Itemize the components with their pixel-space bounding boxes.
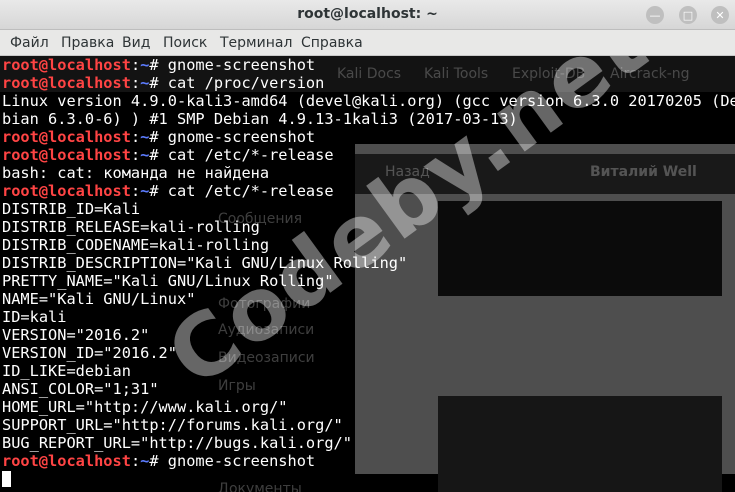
maximize-icon: □ xyxy=(682,8,694,22)
prompt-user: root@localhost xyxy=(2,182,131,200)
terminal-input-line xyxy=(2,470,735,488)
terminal-cursor[interactable] xyxy=(2,471,11,487)
close-button[interactable]: ✕ xyxy=(711,6,729,24)
terminal-output-line: ANSI_COLOR="1;31" xyxy=(2,380,159,398)
minimize-button[interactable]: — xyxy=(646,6,664,24)
prompt-user: root@localhost xyxy=(2,128,131,146)
terminal-command-line: root@localhost:~# gnome-screenshot xyxy=(2,128,316,146)
terminal-output-line: VERSION_ID="2016.2" xyxy=(2,344,177,362)
terminal-command-line: root@localhost:~# gnome-screenshot xyxy=(2,452,316,470)
command-text: # gnome-screenshot xyxy=(149,452,316,470)
window-title: root@localhost: ~ xyxy=(297,6,438,22)
prompt-user: root@localhost xyxy=(2,146,131,164)
terminal-output-line: SUPPORT_URL="http://forums.kali.org/" xyxy=(2,416,343,434)
menu-terminal[interactable]: Терминал xyxy=(220,35,292,51)
minimize-icon: — xyxy=(649,8,661,22)
prompt-user: root@localhost xyxy=(2,74,131,92)
command-text: # gnome-screenshot xyxy=(149,56,316,74)
command-text: # cat /etc/*-release xyxy=(149,182,334,200)
close-icon: ✕ xyxy=(715,8,725,22)
maximize-button[interactable]: □ xyxy=(679,6,697,24)
menu-help[interactable]: Справка xyxy=(301,35,363,51)
terminal-command-line: root@localhost:~# cat /etc/*-release xyxy=(2,146,334,164)
menu-bar: Файл Правка Вид Поиск Терминал Справка xyxy=(0,30,735,56)
terminal-output-line: BUG_REPORT_URL="http://bugs.kali.org/" xyxy=(2,434,352,452)
prompt-path: ~ xyxy=(140,452,150,470)
menu-edit[interactable]: Правка xyxy=(61,35,114,51)
terminal-output-line: ID=kali xyxy=(2,308,67,326)
terminal-output-line: HOME_URL="http://www.kali.org/" xyxy=(2,398,288,416)
prompt-path: ~ xyxy=(140,74,150,92)
menu-search[interactable]: Поиск xyxy=(163,35,207,51)
prompt-path: ~ xyxy=(140,146,150,164)
window-titlebar[interactable]: root@localhost: ~ — □ ✕ xyxy=(0,0,735,30)
menu-view[interactable]: Вид xyxy=(122,35,150,51)
prompt-path: ~ xyxy=(140,182,150,200)
terminal-output-line: ID_LIKE=debian xyxy=(2,362,131,380)
menu-file[interactable]: Файл xyxy=(10,35,49,51)
prompt-path: ~ xyxy=(140,128,150,146)
terminal-output-line: VERSION="2016.2" xyxy=(2,326,150,344)
command-text: # cat /proc/version xyxy=(149,74,325,92)
command-text: # gnome-screenshot xyxy=(149,128,316,146)
terminal-output-line: bian 6.3.0-6) ) #1 SMP Debian 4.9.13-1ka… xyxy=(2,110,518,128)
terminal-area[interactable]: Kali Docs Kali Tools Exploit-DB Aircrack… xyxy=(0,56,735,492)
prompt-user: root@localhost xyxy=(2,56,131,74)
prompt-path: ~ xyxy=(140,56,150,74)
terminal-output-line: NAME="Kali GNU/Linux" xyxy=(2,290,196,308)
prompt-user: root@localhost xyxy=(2,452,131,470)
command-text: # cat /etc/*-release xyxy=(149,146,334,164)
